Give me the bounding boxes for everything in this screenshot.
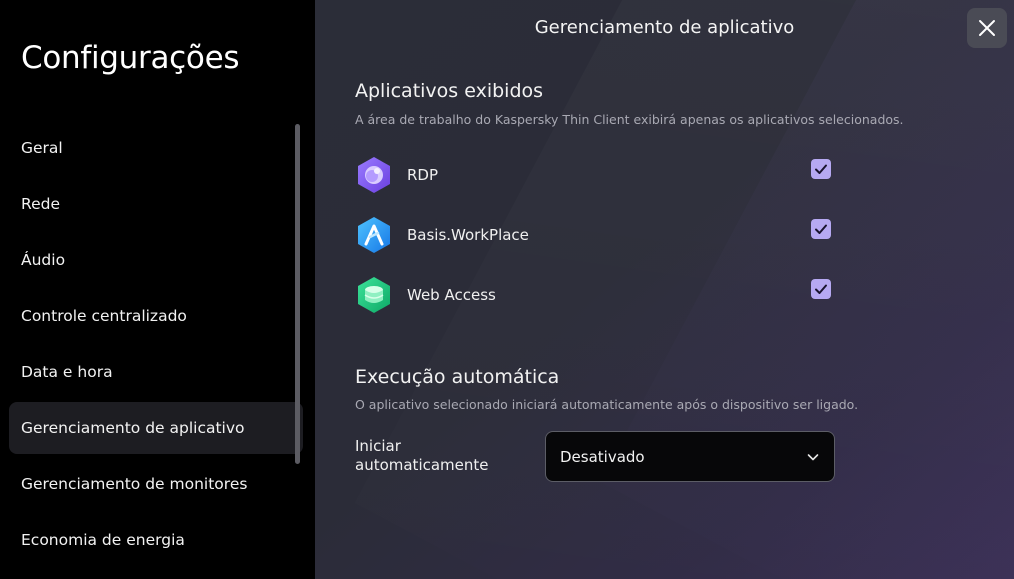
settings-sidebar: Configurações Geral Rede Áudio Controle … bbox=[0, 0, 315, 579]
autorun-heading: Execução automática bbox=[355, 366, 560, 388]
sidebar-item-label: Gerenciamento de monitores bbox=[21, 475, 248, 493]
app-name: RDP bbox=[407, 166, 439, 184]
sidebar-item-economia-de-energia[interactable]: Economia de energia bbox=[9, 514, 303, 566]
sidebar-nav: Geral Rede Áudio Controle centralizado D… bbox=[9, 122, 303, 570]
autorun-select-value: Desativado bbox=[560, 447, 645, 466]
displayed-apps-description: A área de trabalho do Kaspersky Thin Cli… bbox=[355, 112, 904, 127]
checkmark-icon bbox=[815, 164, 827, 174]
chevron-down-icon bbox=[807, 453, 819, 460]
sidebar-scrollbar[interactable] bbox=[295, 124, 300, 464]
main-panel: Gerenciamento de aplicativo Aplicativos … bbox=[315, 0, 1014, 579]
basis-workplace-icon bbox=[358, 217, 390, 253]
sidebar-item-data-e-hora[interactable]: Data e hora bbox=[9, 346, 303, 398]
checkmark-icon bbox=[815, 224, 827, 234]
sidebar-item-label: Controle centralizado bbox=[21, 307, 187, 325]
sidebar-item-label: Rede bbox=[21, 195, 60, 213]
app-checkbox-basis-workplace[interactable] bbox=[811, 219, 831, 239]
sidebar-title: Configurações bbox=[21, 40, 240, 76]
sidebar-item-label: Data e hora bbox=[21, 363, 113, 381]
autorun-description: O aplicativo selecionado iniciará automa… bbox=[355, 397, 859, 412]
page-title: Gerenciamento de aplicativo bbox=[534, 17, 795, 38]
app-row-basis-workplace: Basis.WorkPlace bbox=[355, 215, 835, 255]
sidebar-item-label: Gerenciamento de aplicativo bbox=[21, 419, 245, 437]
rdp-icon bbox=[358, 157, 390, 193]
sidebar-item-label: Áudio bbox=[21, 251, 66, 269]
sidebar-item-gerenciamento-de-monitores[interactable]: Gerenciamento de monitores bbox=[9, 458, 303, 510]
sidebar-item-gerenciamento-de-aplicativo[interactable]: Gerenciamento de aplicativo bbox=[9, 402, 303, 454]
sidebar-item-controle-centralizado[interactable]: Controle centralizado bbox=[9, 290, 303, 342]
sidebar-item-geral[interactable]: Geral bbox=[9, 122, 303, 174]
app-row-web-access: Web Access bbox=[355, 275, 835, 315]
close-button[interactable] bbox=[967, 8, 1007, 48]
web-access-icon bbox=[358, 277, 390, 313]
app-checkbox-web-access[interactable] bbox=[811, 279, 831, 299]
close-icon bbox=[979, 20, 995, 36]
checkmark-icon bbox=[815, 284, 827, 294]
displayed-apps-heading: Aplicativos exibidos bbox=[355, 80, 544, 102]
app-row-rdp: RDP bbox=[355, 155, 835, 195]
sidebar-item-rede[interactable]: Rede bbox=[9, 178, 303, 230]
app-name: Web Access bbox=[407, 286, 496, 304]
app-checkbox-rdp[interactable] bbox=[811, 159, 831, 179]
autorun-field-label: Iniciar automaticamente bbox=[355, 437, 489, 474]
sidebar-item-label: Economia de energia bbox=[21, 531, 185, 549]
sidebar-item-label: Geral bbox=[21, 139, 63, 157]
autorun-select[interactable]: Desativado bbox=[545, 431, 835, 482]
sidebar-item-audio[interactable]: Áudio bbox=[9, 234, 303, 286]
app-name: Basis.WorkPlace bbox=[407, 226, 529, 244]
